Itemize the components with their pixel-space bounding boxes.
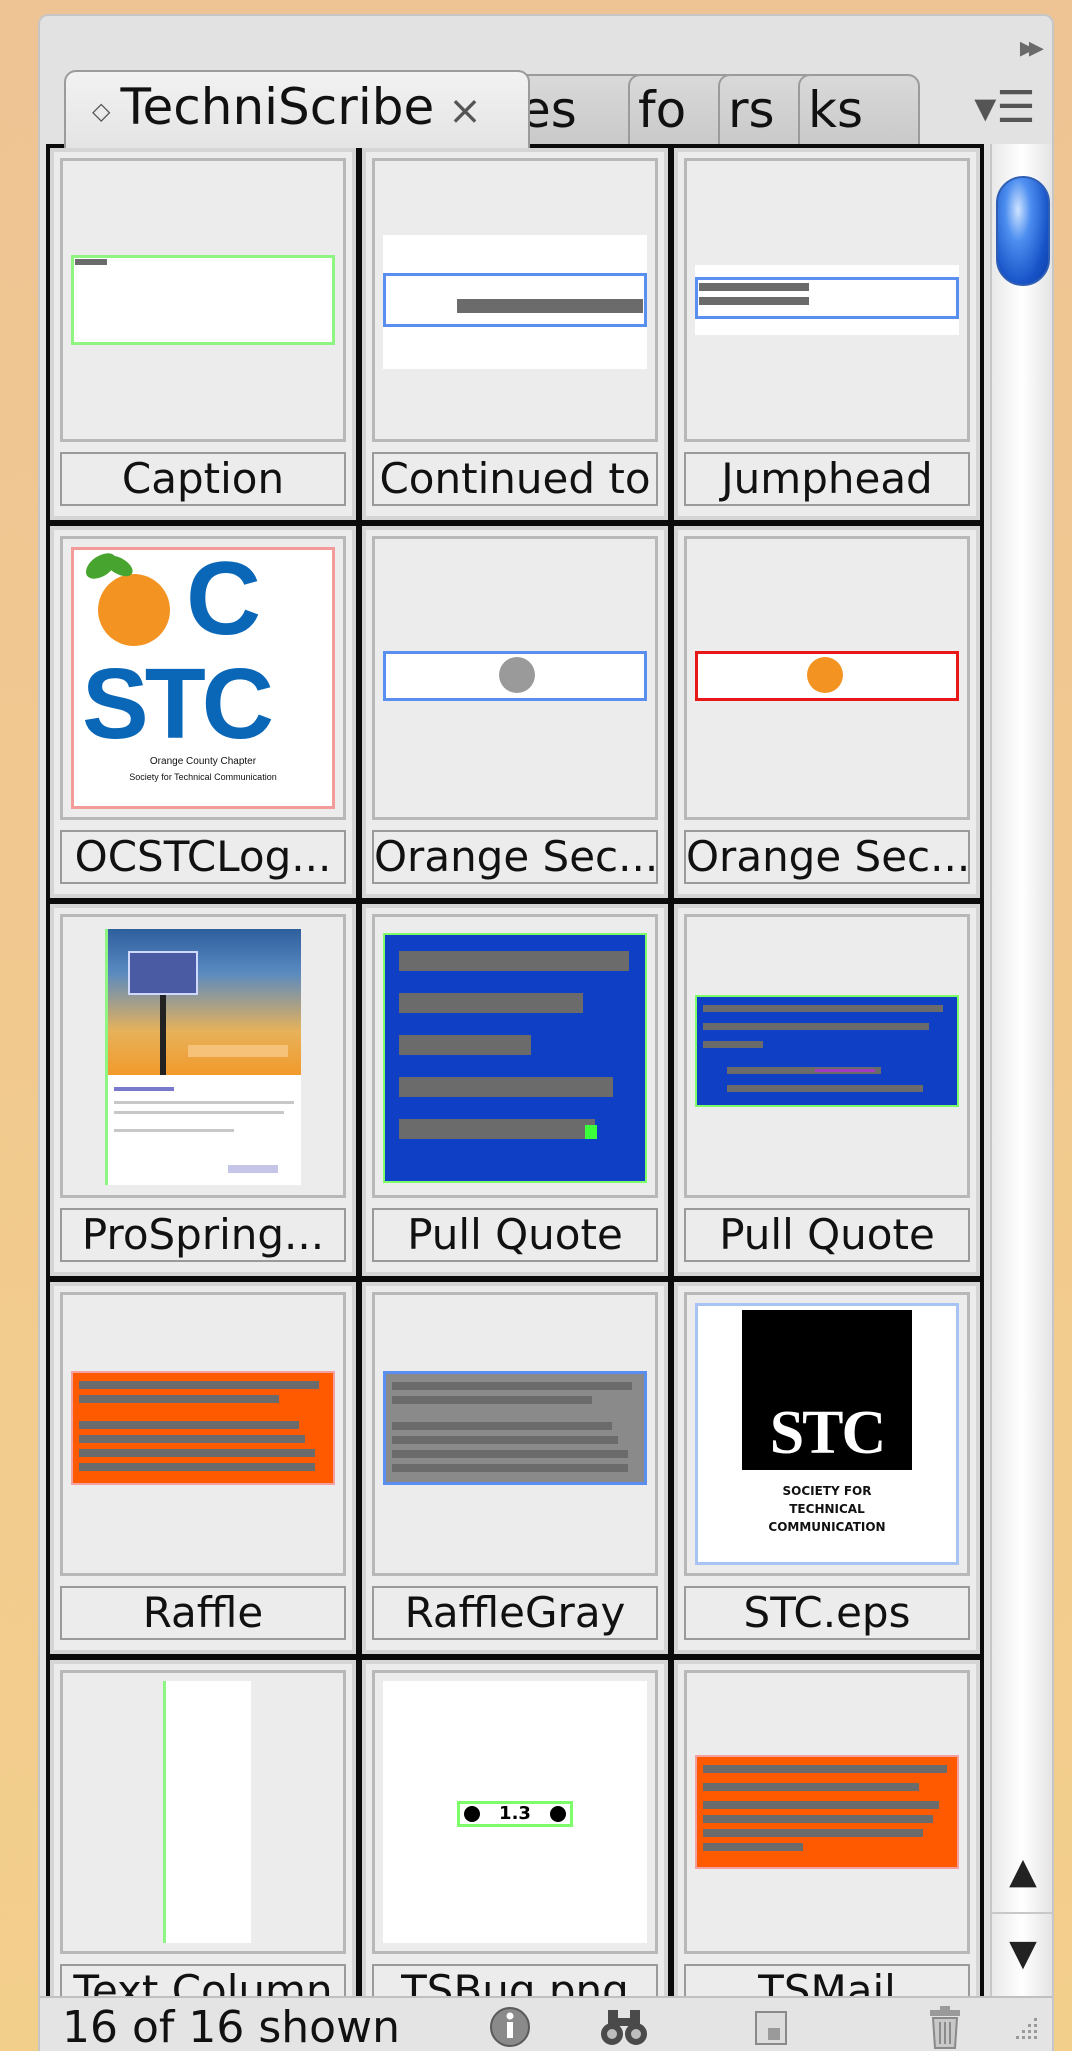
item-thumbnail xyxy=(684,1670,970,1954)
item-label: STC.eps xyxy=(684,1586,970,1640)
close-icon[interactable]: × xyxy=(448,88,482,134)
item-label: Raffle xyxy=(60,1586,346,1640)
item-thumbnail xyxy=(372,1292,658,1576)
item-label: Text Column xyxy=(60,1964,346,1996)
library-item[interactable]: Jumphead xyxy=(674,148,980,520)
library-item[interactable]: 1.3 TSBug.png xyxy=(362,1660,668,1996)
item-thumbnail xyxy=(60,914,346,1198)
library-item[interactable]: Pull Quote xyxy=(674,904,980,1276)
library-item[interactable]: Orange Sec... xyxy=(362,526,668,898)
scroll-up-arrow-icon[interactable]: ▲ xyxy=(992,1832,1054,1912)
item-thumbnail xyxy=(684,158,970,442)
logo-caption: Society for Technical Communication xyxy=(129,772,277,782)
tab-label: fo xyxy=(638,81,687,139)
scroll-down-arrow-icon[interactable]: ▼ xyxy=(992,1912,1054,1992)
library-item[interactable]: RaffleGray xyxy=(362,1282,668,1654)
tab-label: TechniScribe xyxy=(120,78,435,136)
item-label: ProSpring... xyxy=(60,1208,346,1262)
library-item[interactable]: Raffle xyxy=(50,1282,356,1654)
status-bar: 16 of 16 shown xyxy=(40,1996,1052,2051)
library-item-grid: Caption Continued to Jumphead C STC Oran… xyxy=(46,144,984,1996)
item-thumbnail xyxy=(684,914,970,1198)
item-label: Pull Quote xyxy=(372,1208,658,1262)
bug-icon: 1.3 xyxy=(457,1801,573,1827)
item-label: TSMail xyxy=(684,1964,970,1996)
item-thumbnail: C STC Orange County Chapter Society for … xyxy=(60,536,346,820)
item-label: Orange Sec... xyxy=(372,830,658,884)
library-item[interactable]: ProSpring... xyxy=(50,904,356,1276)
tab-bar: ◇ TechniScribe × es fo rs ks xyxy=(40,56,1000,148)
item-label: OCSTCLog... xyxy=(60,830,346,884)
caption-frame xyxy=(71,255,335,345)
library-panel: ▸▸ ◇ TechniScribe × es fo rs ks ▾☰ Caption xyxy=(38,14,1054,2051)
library-item[interactable]: Caption xyxy=(50,148,356,520)
library-item[interactable]: STC SOCIETY FOR TECHNICAL COMMUNICATION … xyxy=(674,1282,980,1654)
orange-icon xyxy=(807,657,843,693)
item-label: Orange Sec... xyxy=(684,830,970,884)
item-label: Jumphead xyxy=(684,452,970,506)
scroll-thumb[interactable] xyxy=(996,176,1050,286)
item-label: RaffleGray xyxy=(372,1586,658,1640)
item-thumbnail xyxy=(60,1670,346,1954)
item-thumbnail xyxy=(684,536,970,820)
item-thumbnail xyxy=(372,914,658,1198)
item-label: Caption xyxy=(60,452,346,506)
logo-caption: TECHNICAL xyxy=(789,1502,865,1516)
logo-caption: SOCIETY FOR xyxy=(782,1484,872,1498)
item-thumbnail xyxy=(60,1292,346,1576)
tab-techniscribe[interactable]: ◇ TechniScribe × xyxy=(64,70,530,148)
logo-text: STC xyxy=(769,1399,887,1467)
binoculars-icon[interactable] xyxy=(598,2004,650,2050)
item-label: Continued to xyxy=(372,452,658,506)
library-item[interactable]: Orange Sec... xyxy=(674,526,980,898)
info-icon[interactable] xyxy=(484,2004,536,2050)
vertical-scrollbar[interactable]: ▲ ▼ xyxy=(990,144,1054,1996)
items-shown-count: 16 of 16 shown xyxy=(62,2002,400,2051)
item-thumbnail xyxy=(60,158,346,442)
new-item-icon[interactable] xyxy=(746,2004,798,2050)
item-thumbnail xyxy=(372,536,658,820)
item-thumbnail xyxy=(372,158,658,442)
item-label: Pull Quote xyxy=(684,1208,970,1262)
logo-text: STC xyxy=(82,648,274,760)
library-item[interactable]: Text Column xyxy=(50,1660,356,1996)
item-thumbnail: 1.3 xyxy=(372,1670,658,1954)
stc-logo-icon: STC xyxy=(742,1310,912,1470)
trash-icon[interactable] xyxy=(920,2004,972,2050)
logo-caption: Orange County Chapter xyxy=(149,756,257,767)
logo-text: C xyxy=(186,541,262,657)
logo-caption: COMMUNICATION xyxy=(768,1520,886,1534)
library-item[interactable]: Continued to xyxy=(362,148,668,520)
orange-logo-icon xyxy=(98,574,170,646)
tab-grip-icon: ◇ xyxy=(92,96,111,125)
resize-grip-icon[interactable] xyxy=(1008,2004,1042,2050)
library-item[interactable]: C STC Orange County Chapter Society for … xyxy=(50,526,356,898)
library-item[interactable]: Pull Quote xyxy=(362,904,668,1276)
bug-text: 1.3 xyxy=(499,1803,531,1824)
panel-menu-icon[interactable]: ▾☰ xyxy=(972,80,1038,140)
tab-label: ks xyxy=(808,81,864,139)
item-thumbnail: STC SOCIETY FOR TECHNICAL COMMUNICATION xyxy=(684,1292,970,1576)
library-item[interactable]: TSMail xyxy=(674,1660,980,1996)
item-label: TSBug.png xyxy=(372,1964,658,1996)
tab-5[interactable]: ks xyxy=(798,74,920,146)
collapse-panel-icon[interactable]: ▸▸ xyxy=(1020,30,1044,65)
tab-label: rs xyxy=(728,81,775,139)
